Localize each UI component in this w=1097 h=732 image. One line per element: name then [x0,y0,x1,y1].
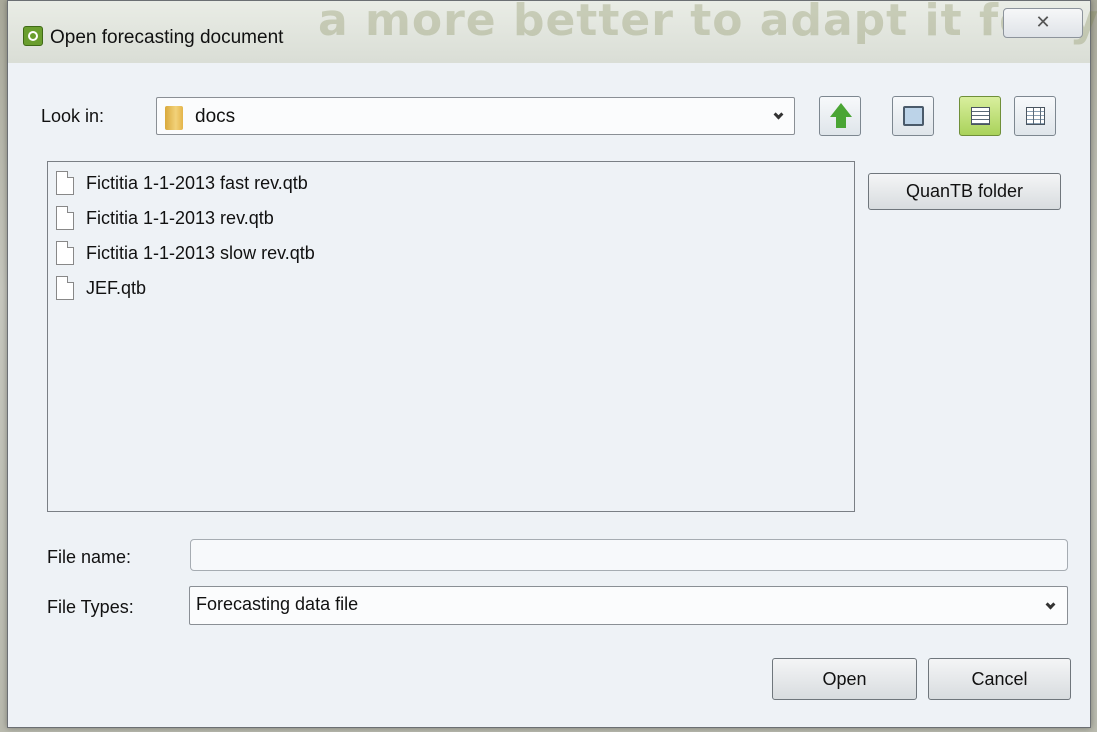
up-arrow-icon [830,103,852,117]
up-one-level-button[interactable] [819,96,861,136]
details-view-button[interactable] [1014,96,1056,136]
up-arrow-stem [836,116,846,128]
file-name: Fictitia 1-1-2013 fast rev.qtb [86,172,308,193]
list-view-button[interactable] [959,96,1001,136]
file-name-input[interactable] [190,539,1068,571]
list-view-icon [971,107,990,125]
file-name: Fictitia 1-1-2013 rev.qtb [86,207,274,228]
look-in-label: Look in: [41,106,105,126]
file-name: JEF.qtb [86,277,147,298]
chevron-down-icon[interactable] [1036,587,1066,624]
list-item[interactable]: Fictitia 1-1-2013 rev.qtb [56,203,274,233]
file-icon [56,206,74,230]
file-types-combobox[interactable]: Forecasting data file [189,586,1068,625]
new-folder-icon [903,106,924,126]
file-icon [56,171,74,195]
file-icon [56,241,74,265]
chevron-down-icon[interactable] [764,98,794,134]
file-icon [56,276,74,300]
look-in-value: docs [195,106,236,127]
details-view-icon [1026,107,1045,125]
look-in-combobox[interactable]: docs [156,97,795,135]
app-icon [23,26,43,46]
file-name: Fictitia 1-1-2013 slow rev.qtb [86,242,315,263]
list-item[interactable]: JEF.qtb [56,273,146,303]
new-folder-button[interactable] [892,96,934,136]
cancel-button[interactable]: Cancel [928,658,1071,700]
close-button[interactable]: ✕ [1003,8,1083,38]
list-item[interactable]: Fictitia 1-1-2013 slow rev.qtb [56,238,315,268]
quantb-folder-button[interactable]: QuanTB folder [868,173,1061,210]
file-list[interactable]: Fictitia 1-1-2013 fast rev.qtb Fictitia … [47,161,855,512]
open-dialog: a more better to adapt it for your locat… [7,0,1097,728]
folder-icon [165,106,183,130]
background-window-text: a more better to adapt it for your locat… [318,0,1097,46]
title-bar[interactable]: a more better to adapt it for your locat… [8,0,1097,63]
file-name-label: File name: [47,547,132,567]
file-types-value: Forecasting data file [196,594,359,614]
list-item[interactable]: Fictitia 1-1-2013 fast rev.qtb [56,168,308,198]
file-types-label: File Types: [47,597,134,617]
dialog-title: Open forecasting document [50,27,284,48]
open-button[interactable]: Open [772,658,917,700]
